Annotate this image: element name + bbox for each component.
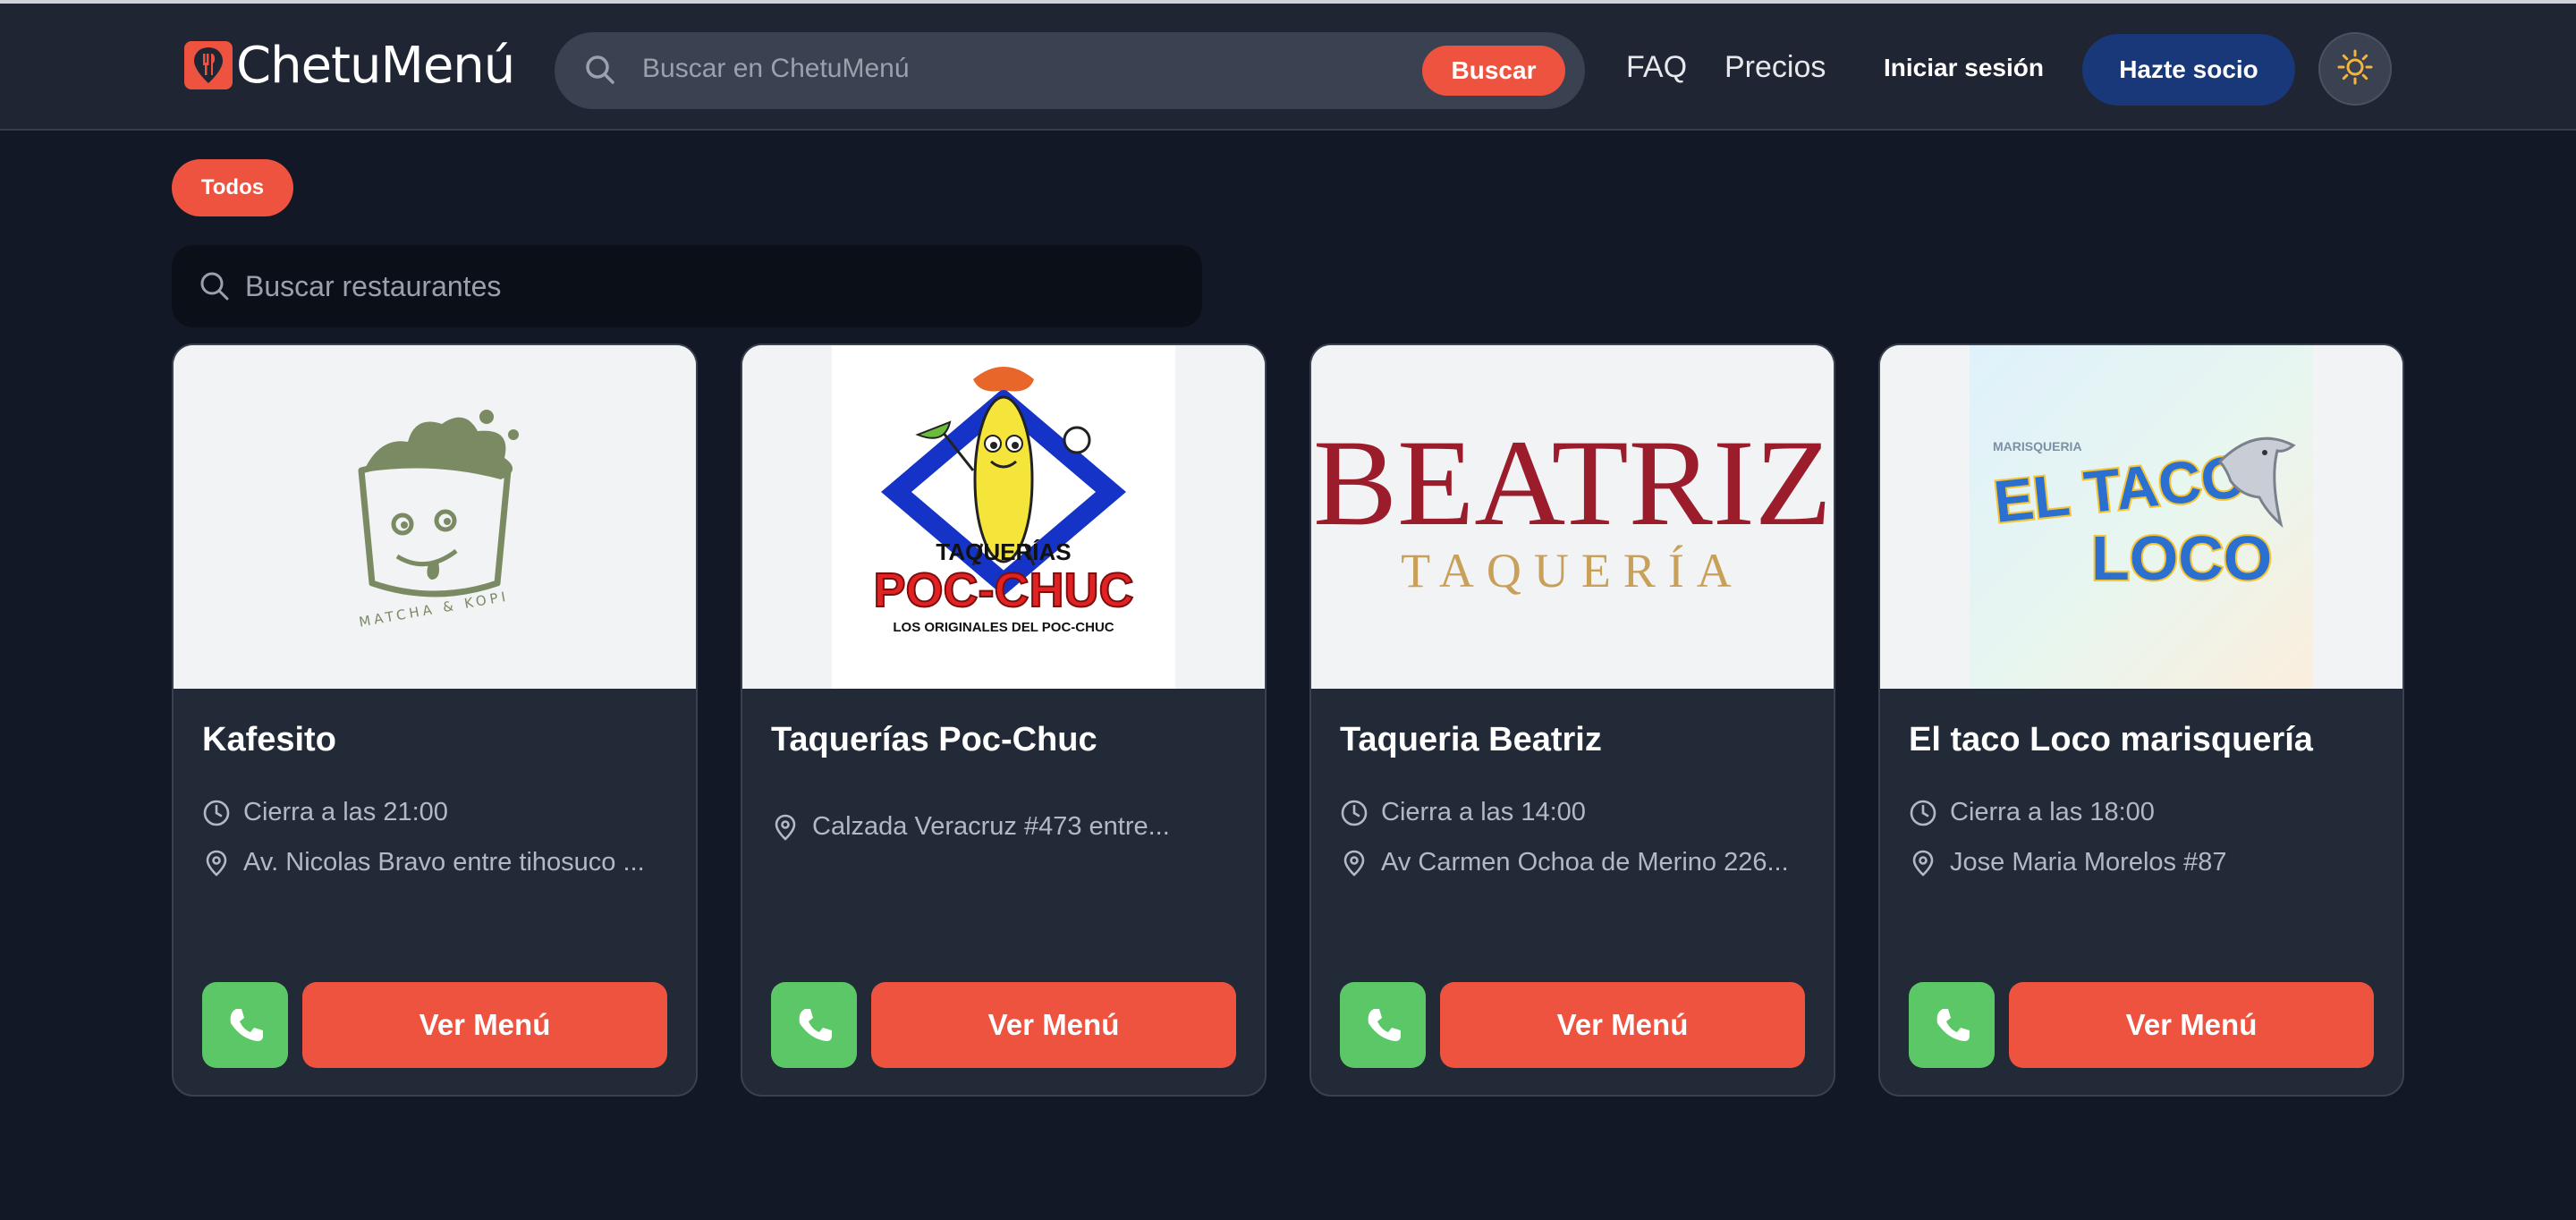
clock-icon — [1910, 800, 1936, 826]
map-pin-icon — [206, 850, 227, 877]
logo-text: MARISQUERIA — [1993, 439, 2082, 453]
sun-icon — [2336, 48, 2374, 90]
restaurant-card[interactable]: TAQUERÍAS POC-CHUC LOS ORIGINALES DEL PO… — [741, 343, 1267, 1097]
restaurant-name: Taqueria Beatriz — [1340, 721, 1602, 758]
view-menu-button[interactable]: Ver Menú — [302, 982, 667, 1068]
view-menu-button[interactable]: Ver Menú — [2009, 982, 2374, 1068]
restaurant-name: Taquerías Poc-Chuc — [771, 721, 1097, 758]
address-row: Jose Maria Morelos #87 — [1909, 848, 2226, 877]
fork-knife-icon — [184, 41, 233, 89]
nav-pricing-link[interactable]: Precios — [1724, 50, 1826, 85]
restaurant-card[interactable]: MATCHA & KOPI Kafesito Cierra a las 21:0… — [172, 343, 698, 1097]
call-button[interactable] — [1340, 982, 1426, 1068]
login-link[interactable]: Iniciar sesión — [1884, 54, 2044, 82]
brand-logo[interactable]: ChetuMenú — [184, 36, 515, 95]
restaurant-name: Kafesito — [202, 721, 336, 758]
logo-text: LOS ORIGINALES DEL POC-CHUC — [893, 620, 1114, 635]
search-icon — [199, 270, 231, 307]
clock-icon — [1341, 800, 1368, 826]
map-pin-icon — [1912, 850, 1934, 877]
nav-faq-link[interactable]: FAQ — [1626, 50, 1687, 85]
search-icon — [583, 53, 617, 91]
restaurant-search-input[interactable]: Buscar restaurantes — [245, 270, 501, 303]
address-row: Calzada Veracruz #473 entre... — [771, 812, 1170, 842]
logo-text: BEATRIZ — [1313, 414, 1832, 551]
search-button[interactable]: Buscar — [1422, 46, 1565, 96]
phone-icon — [799, 1009, 832, 1041]
hours-text: Cierra a las 14:00 — [1381, 798, 1586, 826]
address-row: Av Carmen Ochoa de Merino 226... — [1340, 848, 1789, 877]
phone-icon — [1368, 1009, 1401, 1041]
address-text: Av. Nicolas Bravo entre tihosuco ... — [243, 848, 645, 877]
address-text: Jose Maria Morelos #87 — [1950, 848, 2227, 877]
global-search-bar[interactable]: Buscar en ChetuMenú Buscar — [555, 32, 1585, 109]
view-menu-button[interactable]: Ver Menú — [1440, 982, 1805, 1068]
brand-name: ChetuMenú — [236, 36, 515, 95]
hours-text: Cierra a las 18:00 — [1950, 798, 2155, 826]
restaurant-name: El taco Loco marisquería — [1909, 721, 2313, 758]
hours-row: Cierra a las 21:00 — [202, 798, 448, 827]
call-button[interactable] — [771, 982, 857, 1068]
restaurant-logo-image: MARISQUERIA EL TACO LOCO — [1880, 345, 2402, 689]
top-navbar: ChetuMenú Buscar en ChetuMenú Buscar FAQ… — [0, 0, 2576, 131]
address-row: Av. Nicolas Bravo entre tihosuco ... — [202, 848, 645, 877]
call-button[interactable] — [1909, 982, 1995, 1068]
hours-text: Cierra a las 21:00 — [243, 798, 448, 826]
hours-row: Cierra a las 14:00 — [1340, 798, 1586, 827]
logo-text: TAQUERÍA — [1401, 544, 1744, 597]
filter-chip-all[interactable]: Todos — [172, 159, 293, 216]
call-button[interactable] — [202, 982, 288, 1068]
restaurant-logo-image: BEATRIZ TAQUERÍA — [1311, 345, 1834, 689]
hours-row: Cierra a las 18:00 — [1909, 798, 2155, 827]
global-search-input[interactable]: Buscar en ChetuMenú — [642, 54, 910, 84]
phone-icon — [1936, 1009, 1970, 1041]
view-menu-button[interactable]: Ver Menú — [871, 982, 1236, 1068]
address-text: Av Carmen Ochoa de Merino 226... — [1381, 848, 1789, 877]
theme-toggle-button[interactable] — [2318, 32, 2392, 106]
address-text: Calzada Veracruz #473 entre... — [812, 812, 1170, 841]
restaurant-logo-image: MATCHA & KOPI — [174, 345, 696, 689]
signup-button[interactable]: Hazte socio — [2082, 34, 2295, 106]
map-pin-icon — [775, 814, 796, 841]
phone-icon — [230, 1009, 263, 1041]
logo-text: LOCO — [2091, 523, 2272, 593]
restaurant-card[interactable]: MARISQUERIA EL TACO LOCO El taco Loco ma… — [1878, 343, 2404, 1097]
map-pin-icon — [1343, 850, 1365, 877]
clock-icon — [203, 800, 230, 826]
restaurant-card[interactable]: BEATRIZ TAQUERÍA Taqueria Beatriz Cierra… — [1309, 343, 1835, 1097]
restaurant-logo-image: TAQUERÍAS POC-CHUC LOS ORIGINALES DEL PO… — [742, 345, 1265, 689]
restaurant-search-bar[interactable]: Buscar restaurantes — [172, 245, 1202, 327]
logo-text: TAQUERÍAS — [936, 538, 1071, 565]
logo-text: POC-CHUC — [874, 563, 1134, 617]
